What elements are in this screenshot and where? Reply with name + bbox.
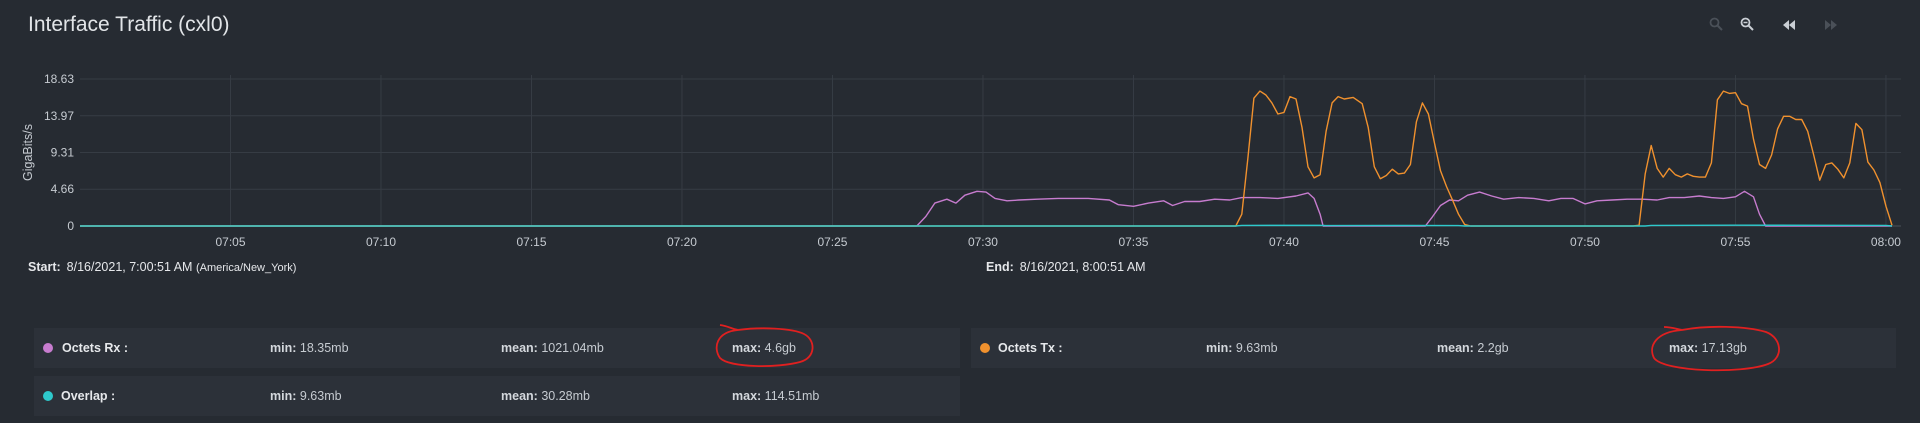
range-start-timezone: (America/New_York): [195, 262, 297, 274]
series-max: max: 17.13gb: [1669, 341, 1747, 355]
y-tick-label: 13.97: [44, 109, 74, 123]
range-end-value: 8/16/2021, 8:00:51 AM: [1019, 260, 1146, 274]
y-axis-label: GigaBits/s: [21, 124, 35, 181]
series-mean: mean: 2.2gb: [1437, 341, 1509, 355]
x-tick-label: 07:15: [516, 235, 546, 249]
range-start-value: 8/16/2021, 7:00:51 AM: [66, 260, 193, 274]
x-tick-label: 07:05: [215, 235, 245, 249]
max-value: 17.13gb: [1701, 341, 1747, 355]
max-value: 114.51mb: [764, 389, 820, 403]
legend-row-overlap[interactable]: Overlap : min: 9.63mb mean: 30.28mb max:…: [34, 376, 960, 416]
mean-label: mean:: [501, 389, 538, 403]
series-name: Octets Rx :: [62, 341, 128, 355]
series-min: min: 9.63mb: [270, 389, 342, 403]
series-min: min: 18.35mb: [270, 341, 349, 355]
max-value: 4.6gb: [764, 341, 796, 355]
legend-row-octets-rx[interactable]: Octets Rx : min: 18.35mb mean: 1021.04mb…: [34, 328, 960, 368]
chart-title: Interface Traffic (cxl0): [28, 13, 230, 36]
mean-value: 30.28mb: [541, 389, 590, 403]
series-name: Overlap :: [61, 389, 116, 403]
x-tick-label: 07:25: [817, 235, 847, 249]
max-label: max:: [1669, 341, 1699, 355]
range-end: End: 8/16/2021, 8:00:51 AM: [986, 260, 1146, 274]
x-tick-label: 07:40: [1269, 235, 1299, 249]
x-tick-label: 07:55: [1720, 235, 1750, 249]
series-color-dot: [43, 343, 53, 353]
series-color-dot: [43, 391, 53, 401]
x-tick-label: 07:20: [667, 235, 697, 249]
x-tick-label: 07:35: [1118, 235, 1148, 249]
mean-label: mean:: [501, 341, 538, 355]
x-tick-label: 07:45: [1419, 235, 1449, 249]
min-value: 18.35mb: [299, 341, 349, 355]
series-line-overlap: [80, 224, 1893, 227]
mean-value: 1021.04mb: [541, 341, 604, 355]
series-mean: mean: 30.28mb: [501, 389, 590, 403]
rewind-icon[interactable]: [1778, 16, 1800, 36]
series-max: max: 114.51mb: [732, 389, 819, 403]
x-tick-label: 07:50: [1570, 235, 1600, 249]
legend-row-octets-tx[interactable]: Octets Tx : min: 9.63mb mean: 2.2gb max:…: [971, 328, 1896, 368]
y-tick-label: 0: [67, 219, 74, 233]
x-tick-label: 08:00: [1871, 235, 1901, 249]
series-name: Octets Tx :: [998, 341, 1063, 355]
series-line-octets-rx: [80, 190, 1892, 227]
y-tick-label: 18.63: [44, 72, 74, 86]
min-label: min:: [1206, 341, 1233, 355]
zoom-in-icon[interactable]: [1705, 16, 1727, 36]
series-line-octets-tx: [80, 90, 1893, 227]
range-start: Start: 8/16/2021, 7:00:51 AM (America/New…: [28, 260, 296, 274]
x-tick-label: 07:30: [968, 235, 998, 249]
max-label: max:: [732, 389, 762, 403]
min-label: min:: [270, 389, 297, 403]
min-value: 9.63mb: [299, 389, 342, 403]
y-tick-label: 9.31: [51, 146, 75, 160]
range-start-label: Start:: [28, 260, 61, 274]
y-tick-label: 4.66: [51, 182, 75, 196]
min-value: 9.63mb: [1235, 341, 1278, 355]
mean-value: 2.2gb: [1477, 341, 1509, 355]
traffic-line-chart: 0 4.66 9.31 13.97 18.63 07:05 07:10 07:15 07:20 0…: [21, 72, 1901, 249]
min-label: min:: [270, 341, 297, 355]
series-max: max: 4.6gb: [732, 341, 796, 355]
x-tick-label: 07:10: [366, 235, 396, 249]
series-min: min: 9.63mb: [1206, 341, 1278, 355]
max-label: max:: [732, 341, 762, 355]
fast-forward-icon[interactable]: [1820, 16, 1842, 36]
mean-label: mean:: [1437, 341, 1474, 355]
series-color-dot: [980, 343, 990, 353]
range-end-label: End:: [986, 260, 1014, 274]
zoom-out-icon[interactable]: [1736, 16, 1758, 36]
series-mean: mean: 1021.04mb: [501, 341, 604, 355]
